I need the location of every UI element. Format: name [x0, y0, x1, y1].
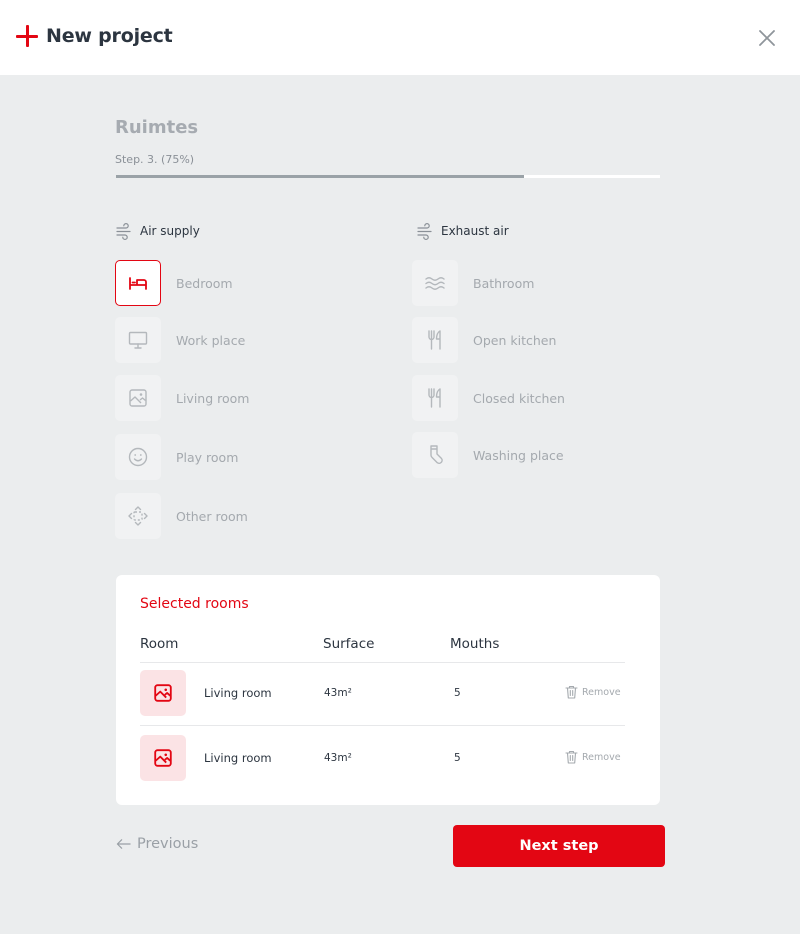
room-option-bedroom[interactable]: Bedroom	[115, 260, 233, 306]
previous-button[interactable]: Previous	[116, 836, 198, 852]
room-label: Other room	[176, 508, 248, 524]
table-row: Living room 43m² 5 Remove	[140, 735, 625, 781]
room-option-other-room[interactable]: Other room	[115, 493, 248, 539]
remove-label: Remove	[582, 686, 621, 698]
row-surface: 43m²	[324, 752, 352, 764]
plus-icon	[16, 25, 38, 47]
room-label: Bedroom	[176, 275, 233, 291]
room-tile	[115, 434, 161, 480]
arrow-left-icon	[116, 839, 131, 849]
air-supply-label: Air supply	[140, 224, 200, 238]
airflow-icon	[116, 223, 131, 240]
room-label: Play room	[176, 449, 239, 465]
room-tile	[412, 375, 458, 421]
picture-icon	[154, 749, 172, 767]
sock-icon	[430, 445, 443, 464]
room-icon-tile	[140, 735, 186, 781]
step-label: Step. 3. (75%)	[115, 153, 195, 166]
cutlery-icon	[428, 388, 441, 408]
room-label: Washing place	[473, 447, 564, 463]
airflow-icon	[417, 223, 432, 240]
room-option-play-room[interactable]: Play room	[115, 434, 238, 480]
progress-bar	[116, 175, 660, 178]
picture-icon	[154, 684, 172, 702]
close-icon[interactable]	[757, 28, 777, 48]
cutlery-icon	[428, 330, 441, 350]
room-option-living-room[interactable]: Living room	[115, 375, 249, 421]
room-label: Open kitchen	[473, 332, 557, 348]
room-option-open-kitchen[interactable]: Open kitchen	[412, 317, 556, 363]
column-header-surface: Surface	[323, 636, 375, 652]
section-title: Ruimtes	[115, 117, 199, 138]
row-room-name: Living room	[204, 686, 272, 700]
room-tile	[412, 317, 458, 363]
selected-rooms-card: Selected rooms Room Surface Mouths Livin…	[116, 575, 660, 805]
column-header-room: Room	[140, 636, 179, 652]
row-room-name: Living room	[204, 751, 272, 765]
room-label: Bathroom	[473, 275, 535, 291]
room-tile	[115, 260, 161, 306]
room-tile	[115, 375, 161, 421]
page-title: New project	[46, 25, 173, 47]
table-row: Living room 43m² 5 Remove	[140, 670, 625, 716]
table-divider	[140, 662, 625, 663]
air-supply-header: Air supply	[115, 222, 200, 240]
trash-icon	[565, 750, 578, 764]
next-step-button[interactable]: Next step	[453, 825, 665, 867]
previous-label: Previous	[137, 836, 199, 852]
exhaust-air-header: Exhaust air	[416, 222, 509, 240]
exhaust-air-label: Exhaust air	[441, 224, 509, 238]
room-icon-tile	[140, 670, 186, 716]
room-label: Living room	[176, 390, 250, 406]
row-mouths: 5	[454, 687, 461, 699]
header-bar: New project	[0, 0, 800, 75]
column-header-mouths: Mouths	[450, 636, 500, 652]
bed-icon	[129, 277, 147, 290]
row-mouths: 5	[454, 752, 461, 764]
picture-icon	[129, 389, 147, 407]
trash-icon	[565, 685, 578, 699]
monitor-icon	[128, 331, 148, 349]
room-option-closed-kitchen[interactable]: Closed kitchen	[412, 375, 565, 421]
room-tile	[115, 493, 161, 539]
remove-label: Remove	[582, 751, 621, 763]
room-tile	[412, 432, 458, 478]
room-tile	[412, 260, 458, 306]
selected-rooms-title: Selected rooms	[140, 596, 249, 612]
room-label: Closed kitchen	[473, 390, 565, 406]
room-tile	[115, 317, 161, 363]
room-option-work-place[interactable]: Work place	[115, 317, 245, 363]
remove-button[interactable]: Remove	[565, 750, 621, 764]
table-divider	[140, 725, 625, 726]
room-option-washing-place[interactable]: Washing place	[412, 432, 564, 478]
expand-icon	[128, 506, 148, 526]
smiley-icon	[128, 447, 148, 467]
progress-fill	[116, 175, 524, 178]
room-option-bathroom[interactable]: Bathroom	[412, 260, 534, 306]
room-label: Work place	[176, 332, 246, 348]
remove-button[interactable]: Remove	[565, 685, 621, 699]
row-surface: 43m²	[324, 687, 352, 699]
water-waves-icon	[425, 277, 445, 290]
